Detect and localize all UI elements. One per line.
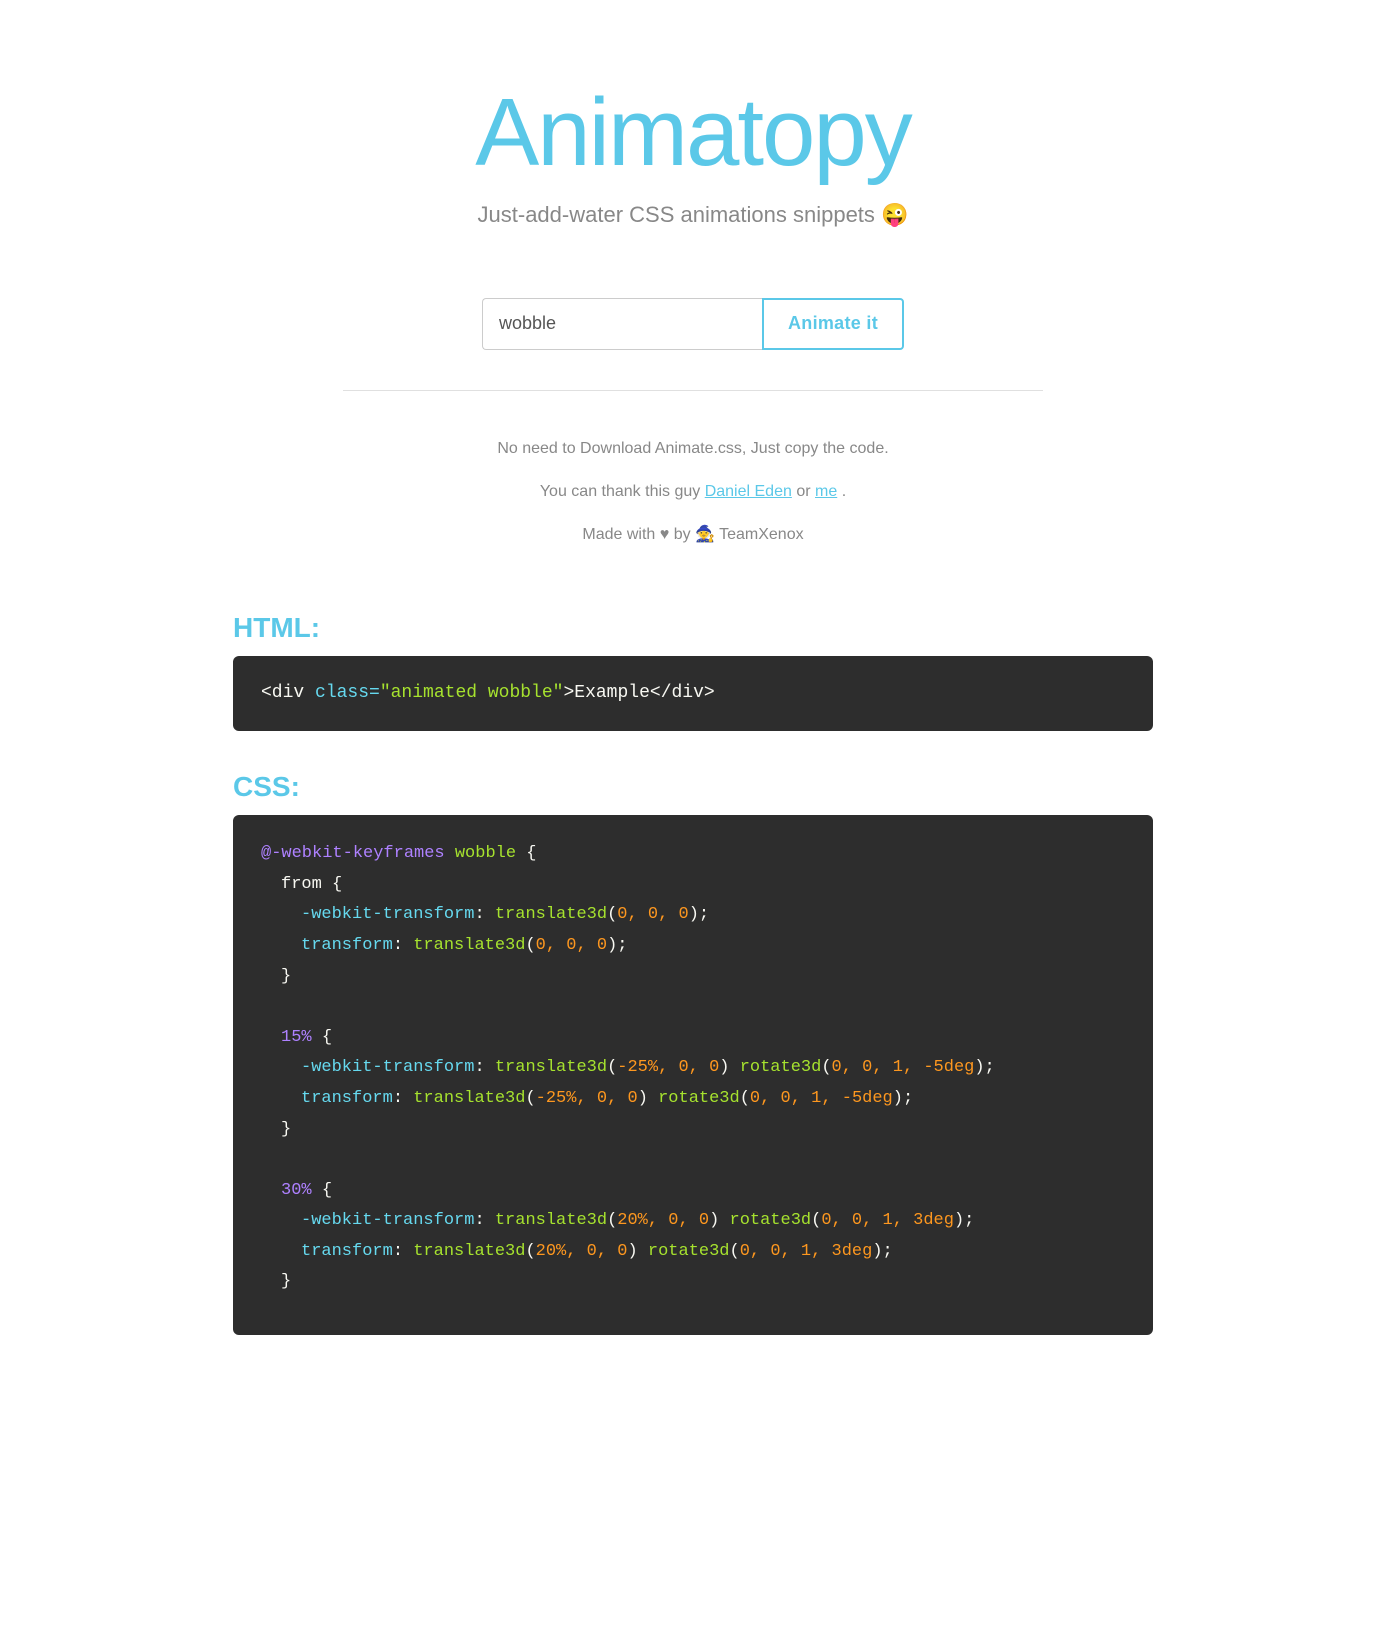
- me-link[interactable]: me: [815, 483, 837, 500]
- animate-button[interactable]: Animate it: [762, 298, 904, 350]
- emoji-icon: 😜: [881, 202, 908, 227]
- daniel-eden-link[interactable]: Daniel Eden: [705, 483, 792, 500]
- app-title: Animatopy: [233, 80, 1153, 186]
- html-section: HTML: <div class="animated wobble">Examp…: [233, 612, 1153, 731]
- search-section: Animate it: [233, 298, 1153, 350]
- css-section: CSS: @-webkit-keyframes wobble { from { …: [233, 771, 1153, 1335]
- html-code-block: <div class="animated wobble">Example</di…: [233, 656, 1153, 731]
- info-line-1: No need to Download Animate.css, Just co…: [233, 431, 1153, 466]
- header-section: Animatopy Just-add-water CSS animations …: [233, 40, 1153, 298]
- html-section-label: HTML:: [233, 612, 1153, 644]
- divider: [343, 390, 1043, 391]
- animation-search-input[interactable]: [482, 298, 762, 350]
- made-with-line: Made with ♥ by 🧙 TeamXenox: [233, 517, 1153, 552]
- css-section-label: CSS:: [233, 771, 1153, 803]
- info-section: No need to Download Animate.css, Just co…: [233, 411, 1153, 573]
- app-subtitle: Just-add-water CSS animations snippets 😜: [233, 202, 1153, 228]
- css-code-block[interactable]: @-webkit-keyframes wobble { from { -webk…: [233, 815, 1153, 1335]
- info-line-2: You can thank this guy Daniel Eden or me…: [233, 474, 1153, 509]
